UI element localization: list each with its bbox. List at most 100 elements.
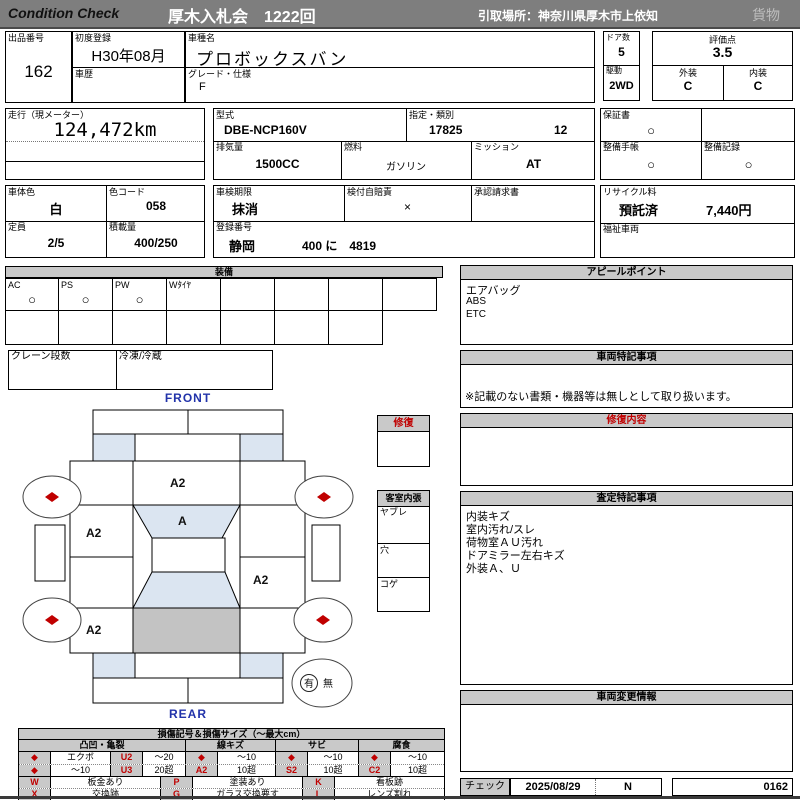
lining-burn-label: コゲ	[380, 579, 398, 589]
approval-label: 承認請求書	[474, 187, 519, 197]
documents-box: 保証書 ○ 整備手帳 ○ 整備記録 ○	[600, 108, 795, 180]
color-code-label: 色コード	[109, 187, 145, 197]
lining-tear-label: ヤブレ	[380, 507, 407, 517]
maintenance-record-value: ○	[701, 157, 796, 172]
payload-label: 積載量	[109, 222, 136, 232]
auction-title: 厚木入札会 1222回	[168, 3, 316, 27]
check-number-box: 0162	[672, 778, 793, 796]
interior-label: 内装	[723, 66, 793, 79]
front-left-lamp	[93, 434, 135, 461]
equipment-empty-cell	[221, 310, 275, 345]
inspection-value: 抹消	[232, 199, 258, 218]
auction-condition-sheet: Condition Check 厚木入札会 1222回 引取場所：神奈川県厚木市…	[0, 0, 800, 800]
model-code-box: 型式 DBE-NCP160V 指定・類別 17825 12 排気量 1500CC…	[213, 108, 595, 180]
score-value: 3.5	[653, 44, 792, 60]
change-info-panel: 車両変更情報	[460, 690, 793, 772]
equipment-empty-cell	[275, 310, 329, 345]
damage-mark-windshield: A	[178, 514, 187, 528]
rear-window	[133, 572, 240, 608]
check-label: チェック	[460, 778, 510, 796]
damage-mark-hood: A2	[170, 476, 186, 490]
equipment-ac-label: AC	[8, 280, 21, 290]
lot-number-value: 162	[6, 62, 71, 82]
equipment-empty-cell	[275, 278, 329, 311]
doors-value: 5	[604, 45, 639, 59]
legend-row-1: ◆ エクボ U2 ～20 ◆ ～10 ◆ ～10 ◆ ～10	[19, 751, 444, 764]
welfare-label: 福祉車両	[603, 224, 639, 234]
crane-label: クレーン段数	[11, 352, 71, 362]
class-sub-value: 12	[554, 123, 567, 137]
equipment-ps-label: PS	[61, 280, 73, 290]
displacement-label: 排気量	[216, 142, 243, 152]
appeal-item: ABS	[466, 296, 486, 307]
exterior-label: 外装	[653, 66, 723, 79]
equipment-empty-cell	[329, 278, 383, 311]
mission-value: AT	[471, 157, 596, 171]
cargo-area	[133, 608, 240, 653]
repair-details-panel: 修復内容	[460, 413, 793, 486]
doors-label: ドア数	[606, 33, 630, 43]
first-registration-label: 初度登録	[75, 33, 111, 43]
history-label: 車歴	[75, 69, 93, 79]
damage-legend-table: 損傷記号＆損傷サイズ（～最大cm） 凸凹・亀裂 線キズ サビ 腐食 ◆ エクボ …	[18, 728, 445, 778]
equipment-empty-cell	[5, 310, 59, 345]
score-box: 評価点 3.5 外装 C 内装 C	[652, 31, 793, 101]
lining-hole-label: 穴	[380, 545, 389, 555]
maintenance-book-value: ○	[601, 157, 701, 172]
class-no-value: 17825	[429, 123, 462, 137]
warranty-value: ○	[601, 123, 701, 138]
class-label: 指定・類別	[409, 110, 454, 120]
drive-value: 2WD	[604, 80, 639, 92]
change-info-title: 車両変更情報	[461, 691, 792, 705]
grade-label: グレード・仕様	[188, 69, 251, 79]
model-code-value: DBE-NCP160V	[224, 123, 307, 137]
code-desc: 塗装あり	[193, 777, 303, 788]
recycle-status-value: 預託済	[619, 200, 658, 219]
legend-symbol: U2	[111, 752, 143, 764]
reefer-label: 冷凍/冷蔵	[119, 352, 162, 362]
recycle-welfare-box: リサイクル料 預託済 7,440円 福祉車両	[600, 185, 795, 258]
interior-lining-box: 客室内張 ヤブレ 穴 コゲ	[377, 490, 430, 612]
exterior-value: C	[653, 79, 723, 93]
legend-symbol: ◆	[186, 752, 218, 764]
front-right-lamp	[240, 434, 283, 461]
mission-label: ミッション	[474, 142, 519, 152]
equipment-header: 装備	[5, 266, 443, 278]
crane-reefer-box: クレーン段数 冷凍/冷蔵	[8, 350, 273, 390]
equipment-row-1: AC○ PS○ PW○ Wﾀｲﾔ	[5, 278, 437, 311]
equipment-empty-cell	[383, 278, 437, 311]
rear-gate	[135, 653, 240, 678]
vehicle-notes-text: ※記載のない書類・機器等は無しとして取り扱います。	[465, 388, 737, 404]
legend-group: 凸凹・亀裂	[19, 740, 186, 751]
repair-mini-title: 修復	[378, 416, 429, 432]
spare-has-label: 有	[304, 677, 314, 690]
fuel-label: 燃料	[344, 142, 362, 152]
equipment-pw-mark: ○	[113, 292, 166, 307]
mileage-box: 走行（現メーター） 124,472km	[5, 108, 205, 180]
left-sill	[35, 525, 65, 581]
pickup-location: 引取場所：神奈川県厚木市上依知	[478, 7, 658, 24]
displacement-value: 1500CC	[214, 157, 341, 171]
legend-group: サビ	[276, 740, 359, 751]
check-date-box: 2025/08/29 N	[510, 778, 662, 796]
legend-desc: ～10	[391, 752, 444, 764]
recycle-fee-value: 7,440円	[706, 200, 752, 219]
equipment-empty-cell	[329, 310, 383, 345]
spare-none-label: 無	[323, 677, 333, 690]
legend-desc: ～10	[218, 752, 276, 764]
color-capacity-box: 車体色 白 色コード 058 定員 2/5 積載量 400/250	[5, 185, 205, 258]
code-symbol: P	[161, 777, 193, 788]
interior-lining-title: 客室内張	[378, 491, 429, 507]
first-registration-value: H30年08月	[73, 45, 184, 66]
doors-drive-box: ドア数 5 駆動 2WD	[603, 31, 640, 101]
lot-number-box: 出品番号 162	[5, 31, 72, 103]
color-code-value: 058	[106, 199, 206, 213]
repair-mini-box: 修復	[377, 415, 430, 467]
fuel-value: ガソリン	[341, 158, 471, 173]
model-name-label: 車種名	[188, 33, 215, 43]
rear-right-lamp	[240, 653, 283, 678]
appeal-item: ETC	[466, 309, 486, 320]
appeal-points-panel: アピールポイント エアバッグ ABS ETC	[460, 265, 793, 345]
equipment-empty-cell	[59, 310, 113, 345]
maintenance-book-label: 整備手帳	[603, 142, 639, 152]
